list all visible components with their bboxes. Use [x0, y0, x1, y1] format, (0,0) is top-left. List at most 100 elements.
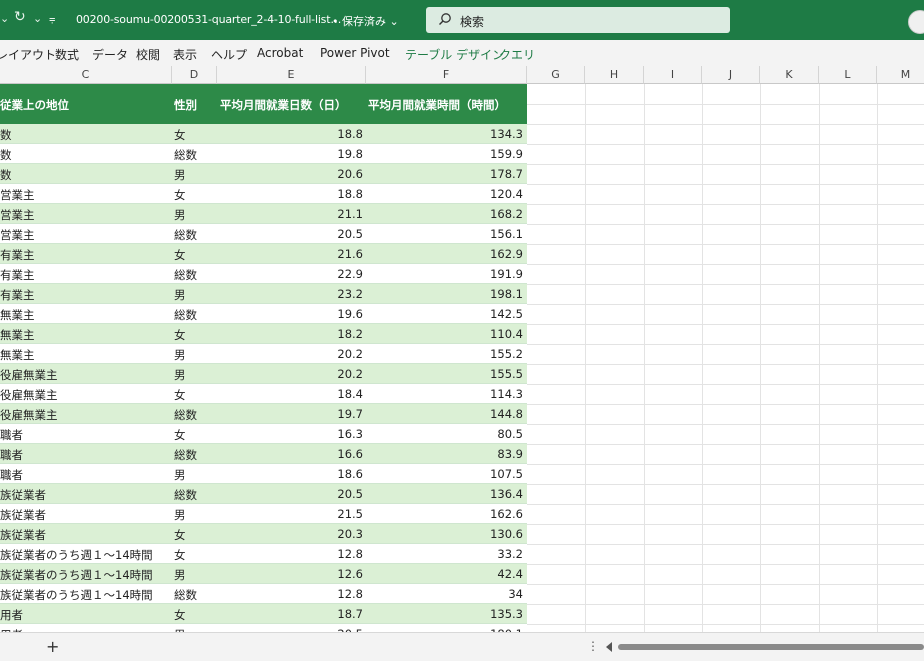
- cell-sex[interactable]: 女: [174, 547, 214, 563]
- cell-avg-days[interactable]: 18.8: [218, 127, 363, 141]
- tab-help[interactable]: ヘルプ: [211, 46, 247, 63]
- table-row[interactable]: 職者女 16.3 80.5: [0, 424, 527, 444]
- table-row[interactable]: 営業主女 18.8 120.4: [0, 184, 527, 204]
- cell-sex[interactable]: 男: [174, 467, 214, 483]
- table-row[interactable]: 用者男20.5180.1: [0, 624, 527, 632]
- column-header-f[interactable]: F: [366, 66, 527, 84]
- table-row[interactable]: 数総数 19.8 159.9: [0, 144, 527, 164]
- cell-avg-days[interactable]: 19.7: [218, 407, 363, 421]
- table-row[interactable]: 用者女 18.7 135.3: [0, 604, 527, 624]
- redo-dropdown-icon[interactable]: ⌄: [33, 12, 42, 25]
- cell-sex[interactable]: 総数: [174, 587, 214, 603]
- cell-status[interactable]: 営業主: [0, 207, 170, 223]
- cell-sex[interactable]: 女: [174, 387, 214, 403]
- add-sheet-button[interactable]: +: [46, 637, 59, 656]
- tab-layout[interactable]: レイアウト: [0, 46, 56, 63]
- table-row[interactable]: 族従業者のうち週１～14時間男 12.6 42.4: [0, 564, 527, 584]
- cell-avg-hours[interactable]: 114.3: [368, 387, 523, 401]
- search-input[interactable]: 検索: [460, 13, 484, 30]
- cell-sex[interactable]: 男: [174, 287, 214, 303]
- cell-sex[interactable]: 総数: [174, 487, 214, 503]
- cell-sex[interactable]: 男: [174, 167, 214, 183]
- more-options-icon[interactable]: ⋮: [587, 639, 599, 653]
- cell-avg-days[interactable]: 16.3: [218, 427, 363, 441]
- cell-avg-hours[interactable]: 155.5: [368, 367, 523, 381]
- cell-status[interactable]: 族従業者: [0, 527, 170, 543]
- cell-avg-hours[interactable]: 134.3: [368, 127, 523, 141]
- cell-status[interactable]: 役雇無業主: [0, 407, 170, 423]
- column-header-d[interactable]: D: [172, 66, 217, 84]
- avatar[interactable]: [908, 10, 924, 34]
- cell-status[interactable]: 無業主: [0, 327, 170, 343]
- cell-sex[interactable]: 総数: [174, 407, 214, 423]
- cell-avg-days[interactable]: 18.6: [218, 467, 363, 481]
- cell-avg-hours[interactable]: 162.6: [368, 507, 523, 521]
- cell-avg-hours[interactable]: 33.2: [368, 547, 523, 561]
- cell-sex[interactable]: 総数: [174, 447, 214, 463]
- cell-avg-hours[interactable]: 198.1: [368, 287, 523, 301]
- cell-sex[interactable]: 女: [174, 187, 214, 203]
- cell-avg-days[interactable]: 19.6: [218, 307, 363, 321]
- cell-avg-days[interactable]: 22.9: [218, 267, 363, 281]
- table-row[interactable]: 役雇無業主 総数 19.7 144.8: [0, 404, 527, 424]
- table-row[interactable]: 職者男 18.6 107.5: [0, 464, 527, 484]
- cell-avg-hours[interactable]: 107.5: [368, 467, 523, 481]
- table-row[interactable]: 数女 18.8 134.3: [0, 124, 527, 144]
- redo-icon[interactable]: ↻: [14, 9, 26, 25]
- table-row[interactable]: 無業主女 18.2 110.4: [0, 324, 527, 344]
- cell-status[interactable]: 用者: [0, 607, 170, 623]
- search-box[interactable]: 検索: [426, 7, 730, 33]
- header-avg-hours[interactable]: 平均月間就業時間（時間）: [368, 97, 506, 113]
- cell-avg-hours[interactable]: 136.4: [368, 487, 523, 501]
- cell-avg-hours[interactable]: 135.3: [368, 607, 523, 621]
- cell-avg-days[interactable]: 20.5: [218, 487, 363, 501]
- cell-avg-days[interactable]: 16.6: [218, 447, 363, 461]
- cell-sex[interactable]: 総数: [174, 227, 214, 243]
- cell-avg-days[interactable]: 20.3: [218, 527, 363, 541]
- cell-status[interactable]: 数: [0, 127, 170, 143]
- cell-avg-hours[interactable]: 159.9: [368, 147, 523, 161]
- table-row[interactable]: 役雇無業主男 20.2 155.5: [0, 364, 527, 384]
- cell-status[interactable]: 役雇無業主: [0, 367, 170, 383]
- column-header-m[interactable]: M: [877, 66, 924, 84]
- cell-sex[interactable]: 男: [174, 507, 214, 523]
- table-row[interactable]: 無業主 総数 19.6 142.5: [0, 304, 527, 324]
- tab-formulas[interactable]: 数式: [55, 46, 79, 63]
- cell-status[interactable]: 族従業者のうち週１～14時間: [0, 567, 170, 583]
- cell-sex[interactable]: 男: [174, 207, 214, 223]
- cell-status[interactable]: 有業主: [0, 247, 170, 263]
- cell-avg-hours[interactable]: 155.2: [368, 347, 523, 361]
- cell-status[interactable]: 族従業者: [0, 507, 170, 523]
- header-avg-days[interactable]: 平均月間就業日数（日）: [220, 97, 347, 113]
- cell-status[interactable]: 数: [0, 167, 170, 183]
- cell-avg-hours[interactable]: 156.1: [368, 227, 523, 241]
- cell-avg-hours[interactable]: 162.9: [368, 247, 523, 261]
- cell-sex[interactable]: 総数: [174, 267, 214, 283]
- cell-avg-days[interactable]: 21.1: [218, 207, 363, 221]
- save-state[interactable]: • 保存済み ⌄: [332, 13, 399, 29]
- table-row[interactable]: 族従業者 総数 20.5 136.4: [0, 484, 527, 504]
- cell-sex[interactable]: 女: [174, 527, 214, 543]
- cell-status[interactable]: 有業主: [0, 267, 170, 283]
- cell-avg-hours[interactable]: 120.4: [368, 187, 523, 201]
- cell-sex[interactable]: 男: [174, 567, 214, 583]
- cell-sex[interactable]: 女: [174, 607, 214, 623]
- cell-avg-hours[interactable]: 110.4: [368, 327, 523, 341]
- cell-avg-days[interactable]: 18.7: [218, 607, 363, 621]
- table-row[interactable]: 有業主男 23.2 198.1: [0, 284, 527, 304]
- worksheet-grid[interactable]: 従業上の地位 性別 平均月間就業日数（日） 平均月間就業時間（時間） 数女 18.…: [0, 84, 924, 632]
- cell-avg-days[interactable]: 18.8: [218, 187, 363, 201]
- cell-status[interactable]: 族従業者: [0, 487, 170, 503]
- column-header-k[interactable]: K: [760, 66, 819, 84]
- tab-query[interactable]: クエリ: [499, 46, 535, 63]
- column-header-c[interactable]: C: [0, 66, 172, 84]
- cell-status[interactable]: 無業主: [0, 307, 170, 323]
- cell-sex[interactable]: 総数: [174, 147, 214, 163]
- cell-avg-days[interactable]: 21.5: [218, 507, 363, 521]
- table-row[interactable]: 数男 20.6 178.7: [0, 164, 527, 184]
- tab-review[interactable]: 校閲: [136, 46, 160, 63]
- cell-avg-days[interactable]: 21.6: [218, 247, 363, 261]
- table-row[interactable]: 族従業者のうち週１～14時間 総数 12.8 34: [0, 584, 527, 604]
- table-row[interactable]: 無業主男 20.2 155.2: [0, 344, 527, 364]
- cell-avg-hours[interactable]: 178.7: [368, 167, 523, 181]
